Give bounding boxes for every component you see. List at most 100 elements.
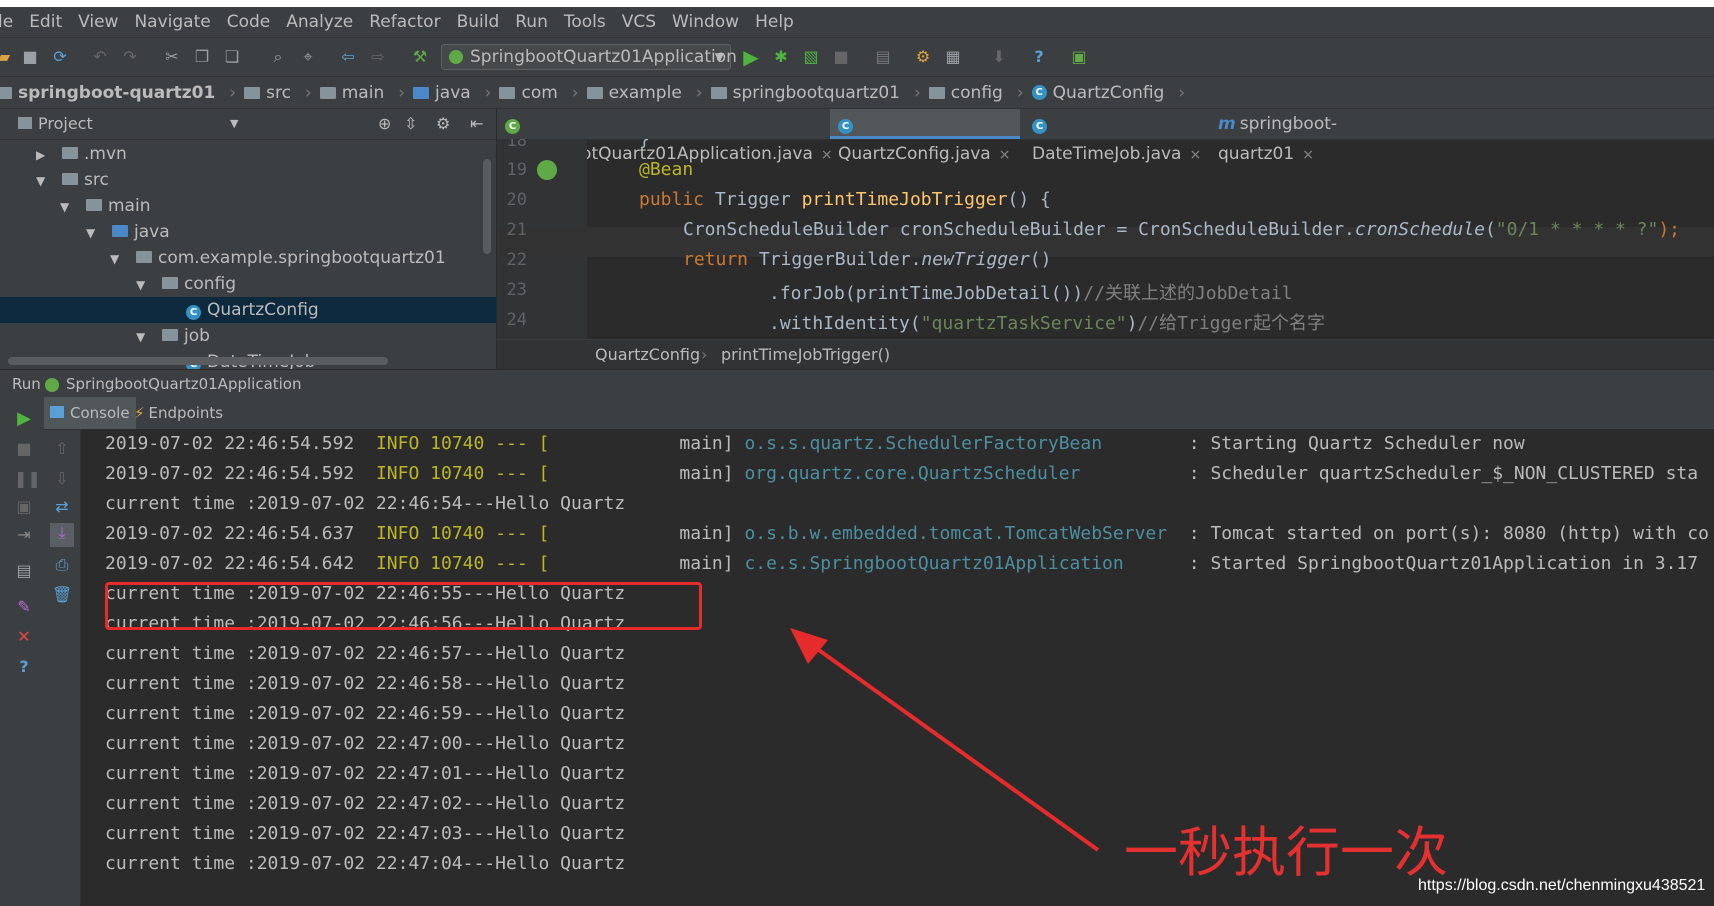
pause-icon[interactable]: ❚❚ (14, 469, 41, 489)
run-config-select[interactable]: SpringbootQuartz01Application ▼ (441, 44, 737, 70)
breadcrumb-com[interactable]: com (499, 83, 558, 103)
back-icon[interactable]: ⇦ (338, 47, 358, 67)
hide-panel-icon[interactable]: ⇤ (470, 109, 483, 139)
scroll-to-end-icon[interactable]: ⤓ (50, 523, 74, 547)
project-icon (18, 117, 32, 129)
folder-icon (62, 147, 78, 159)
save-icon[interactable]: ■ (20, 47, 40, 67)
settings-wrench-icon[interactable]: ⚙ (913, 47, 933, 67)
menu-build[interactable]: Build (457, 12, 500, 32)
editor-crumb-method[interactable]: printTimeJobTrigger() (721, 340, 890, 370)
breadcrumb-src[interactable]: src (244, 83, 291, 103)
menu-file[interactable]: le (0, 12, 13, 32)
breadcrumb-config[interactable]: config (928, 83, 1003, 103)
console-line: 2019-07-02 22:46:54.592 INFO 10740 --- [… (105, 463, 1699, 484)
tab-quartzconfig[interactable]: CQuartzConfig.java × (830, 109, 1020, 164)
tree-item-package[interactable]: ▼ com.example.springbootquartz01 (0, 245, 496, 271)
gear-icon[interactable]: ⚙ (436, 109, 450, 139)
project-structure-icon[interactable]: ▤ (873, 47, 893, 67)
help-icon[interactable]: ? (1029, 47, 1049, 67)
annotation-text: 一秒执行一次 (1124, 821, 1448, 884)
tab-pom[interactable]: m springboot-quartz01 × (1210, 109, 1428, 164)
tree-item-mvn[interactable]: ▶ .mvn (0, 141, 496, 167)
help-icon[interactable]: ? (14, 657, 34, 677)
tab-endpoints[interactable]: ⚡ Endpoints (128, 397, 229, 429)
menu-analyze[interactable]: Analyze (286, 12, 353, 32)
redo-icon[interactable]: ↷ (120, 47, 140, 67)
stop-icon[interactable]: ■ (14, 439, 34, 459)
exit-icon[interactable]: ⇥ (14, 525, 34, 545)
menu-refactor[interactable]: Refactor (369, 12, 440, 32)
close-icon[interactable]: ✕ (14, 627, 34, 647)
menu-code[interactable]: Code (227, 12, 271, 32)
breadcrumb-main[interactable]: main (319, 83, 384, 103)
menu-vcs[interactable]: VCS (622, 12, 656, 32)
paste-icon[interactable]: ❏ (222, 47, 242, 67)
menu-help[interactable]: Help (755, 12, 794, 32)
folder-icon (413, 86, 430, 99)
download-icon[interactable]: ⬇ (989, 47, 1009, 67)
editor-crumb-class[interactable]: QuartzConfig (595, 340, 700, 370)
arrow-down-icon[interactable]: ⇩ (52, 469, 72, 489)
locate-icon[interactable]: ⊕ (378, 109, 391, 139)
sync-icon[interactable]: ⟳ (50, 47, 70, 67)
tree-scrollbar[interactable] (483, 159, 491, 254)
forward-icon[interactable]: ⇨ (368, 47, 388, 67)
maven-icon: m (1218, 114, 1236, 134)
breadcrumb-example[interactable]: example (586, 83, 682, 103)
tree-item-job[interactable]: ▼ job (0, 323, 496, 349)
run-config-name[interactable]: SpringbootQuartz01Application (66, 370, 302, 398)
breadcrumb-project[interactable]: springboot-quartz01 (0, 83, 215, 103)
run-icon[interactable]: ▶ (741, 47, 761, 67)
breadcrumb-quartzconfig[interactable]: C QuartzConfig (1031, 83, 1164, 103)
menu-view[interactable]: View (78, 12, 118, 32)
coverage-icon[interactable]: ▧ (801, 47, 821, 67)
screenshot-icon[interactable]: ▣ (14, 497, 34, 517)
line-number: 20 (506, 190, 527, 210)
build-icon[interactable]: ⚒ (410, 47, 430, 67)
menu-edit[interactable]: Edit (29, 12, 62, 32)
tree-item-main[interactable]: ▼ main (0, 193, 496, 219)
db-icon[interactable]: ▣ (1069, 47, 1089, 67)
rerun-icon[interactable]: ▶ (14, 409, 34, 429)
menu-window[interactable]: Window (672, 12, 739, 32)
project-view-select[interactable]: Project (38, 109, 93, 139)
menu-tools[interactable]: Tools (564, 12, 606, 32)
debug-icon[interactable]: ✱ (771, 47, 791, 67)
watermark: https://blog.csdn.net/chenmingxu438521 (1418, 877, 1706, 894)
menu-navigate[interactable]: Navigate (134, 12, 210, 32)
arrow-up-icon[interactable]: ⇧ (52, 439, 72, 459)
project-panel: Project ▼ ⊕ ⇳ ⚙ ⇤ ▶ .mvn ▼ src ▼ main ▼ java… (0, 109, 497, 369)
stop-icon[interactable]: ■ (831, 47, 851, 67)
menu-run[interactable]: Run (515, 12, 548, 32)
tree-hscrollbar[interactable] (8, 357, 388, 365)
trash-icon[interactable]: 🗑 (52, 585, 72, 605)
breadcrumb-springbootquartz01[interactable]: springbootquartz01 (710, 83, 900, 103)
console-line: current time :2019-07-02 22:47:03---Hell… (105, 823, 626, 844)
tree-item-java[interactable]: ▼ java (0, 219, 496, 245)
collapse-icon[interactable]: ⇳ (404, 109, 417, 139)
soft-wrap-icon[interactable]: ⇄ (52, 497, 72, 517)
find-icon[interactable]: ⌕ (268, 47, 288, 67)
breadcrumb-java[interactable]: java (413, 83, 471, 103)
bean-gutter-icon[interactable] (537, 160, 557, 180)
tab-console[interactable]: Console (44, 397, 136, 429)
cut-icon[interactable]: ✂ (162, 47, 182, 67)
run-tool-header: Run SpringbootQuartz01Application (0, 369, 1714, 398)
code-line: } (639, 139, 650, 150)
copy-icon[interactable]: ❐ (192, 47, 212, 67)
tree-item-quartzconfig[interactable]: C QuartzConfig (0, 297, 496, 323)
print-icon[interactable]: ⎙ (52, 555, 72, 575)
tab-datetimejob[interactable]: CDateTimeJob.java × (1024, 109, 1212, 164)
replace-icon[interactable]: ⌖ (298, 47, 318, 67)
tab-springbootquartz01application[interactable]: CSpringbootQuartz01Application.java × (497, 109, 835, 164)
pin-icon[interactable]: ✎ (14, 597, 34, 617)
open-folder-icon[interactable]: ▰ (0, 47, 14, 67)
chevron-down-icon[interactable]: ▼ (230, 109, 238, 139)
sdk-icon[interactable]: ▦ (943, 47, 963, 67)
layout-icon[interactable]: ▤ (14, 561, 34, 581)
code-view[interactable]: 18 19 20 21 22 23 24 } @Bean public Trig… (497, 139, 1714, 339)
undo-icon[interactable]: ↶ (90, 47, 110, 67)
tree-item-config[interactable]: ▼ config (0, 271, 496, 297)
tree-item-src[interactable]: ▼ src (0, 167, 496, 193)
